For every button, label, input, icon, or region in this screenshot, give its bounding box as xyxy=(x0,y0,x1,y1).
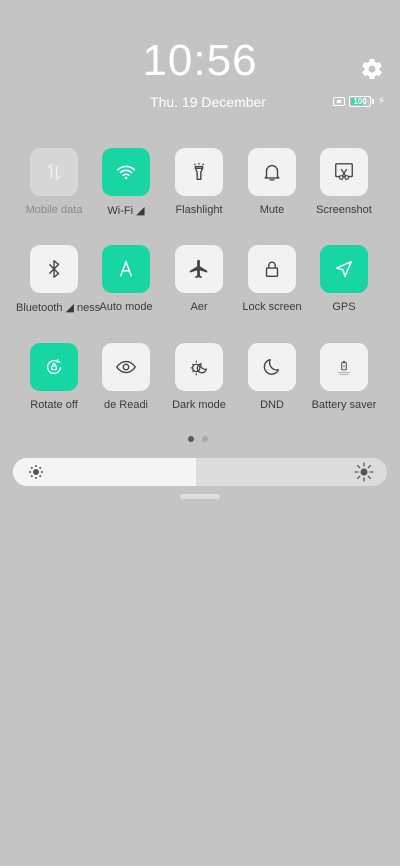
page-dot-inactive[interactable] xyxy=(202,436,208,442)
lock-icon xyxy=(265,261,279,278)
brightness-high-icon xyxy=(354,462,374,482)
battery-level-text: 100 xyxy=(353,96,367,106)
tile-label: Battery saver xyxy=(311,399,377,411)
bell-icon xyxy=(264,164,280,181)
tile-label: de Readi xyxy=(103,399,149,411)
mute-toggle[interactable] xyxy=(248,148,296,196)
panel-drag-handle[interactable] xyxy=(180,494,220,499)
sim-card-icon xyxy=(333,96,345,106)
tile-screenshot[interactable]: Screenshot xyxy=(306,148,382,216)
gps-toggle[interactable] xyxy=(320,245,368,293)
tile-bluetooth[interactable]: Bluetooth ◢ ness xyxy=(16,245,101,314)
tile-label: Flashlight xyxy=(175,204,223,216)
page-dot-active xyxy=(188,436,194,442)
tile-label: Dark mode xyxy=(172,399,226,411)
battery-icon: 100 xyxy=(349,95,371,107)
tile-label: Aer xyxy=(190,301,208,313)
tile-label: GPS xyxy=(332,301,356,313)
rotate-toggle[interactable] xyxy=(30,343,78,391)
tile-mute[interactable]: Mute xyxy=(234,148,310,216)
tile-label: Mobile data xyxy=(25,204,83,216)
mobile-data-icon xyxy=(47,163,61,181)
rotate-lock-icon xyxy=(46,359,62,375)
tile-aeroplane[interactable]: Aer xyxy=(161,245,237,313)
moon-icon xyxy=(263,358,280,375)
tile-label: Bluetooth ◢ ness xyxy=(16,302,101,314)
auto-mode-toggle[interactable] xyxy=(102,245,150,293)
screenshot-toggle[interactable] xyxy=(320,148,368,196)
bluetooth-icon xyxy=(48,260,60,278)
dark-mode-toggle[interactable] xyxy=(175,343,223,391)
tile-wifi[interactable]: Wi-Fi ◢ xyxy=(88,148,164,217)
tile-auto-mode[interactable]: Auto mode xyxy=(88,245,164,313)
bluetooth-toggle[interactable] xyxy=(30,245,78,293)
battery-saver-toggle[interactable] xyxy=(320,343,368,391)
dark-mode-icon xyxy=(190,360,208,376)
tile-lock-screen[interactable]: Lock screen xyxy=(234,245,310,313)
mobile-data-toggle[interactable] xyxy=(30,148,78,196)
tile-battery-saver[interactable]: Battery saver xyxy=(306,343,382,411)
tile-reading[interactable]: de Readi xyxy=(88,343,164,411)
tile-label: Wi-Fi ◢ xyxy=(107,205,145,217)
wifi-toggle[interactable] xyxy=(102,148,150,196)
dnd-toggle[interactable] xyxy=(248,343,296,391)
location-arrow-icon xyxy=(335,260,353,278)
tile-dnd[interactable]: DND xyxy=(234,343,310,411)
flashlight-icon xyxy=(193,162,205,181)
tile-label: Screenshot xyxy=(316,204,372,216)
tile-rotate[interactable]: Rotate off xyxy=(16,343,92,411)
eye-icon xyxy=(116,360,136,374)
aeroplane-toggle[interactable] xyxy=(175,245,223,293)
tile-label: Lock screen xyxy=(242,301,302,313)
flashlight-toggle[interactable] xyxy=(175,148,223,196)
brightness-low-icon xyxy=(29,465,43,479)
tile-label: Mute xyxy=(259,204,285,216)
brightness-slider[interactable] xyxy=(13,458,387,486)
charging-bolt-icon: ⚡ xyxy=(378,95,386,107)
page-indicator xyxy=(188,436,208,442)
tile-label: DND xyxy=(260,399,284,411)
tile-gps[interactable]: GPS xyxy=(306,245,382,313)
auto-brightness-icon xyxy=(119,260,133,277)
tile-dark-mode[interactable]: Dark mode xyxy=(161,343,237,411)
airplane-icon xyxy=(189,259,208,279)
screenshot-icon xyxy=(335,163,353,180)
reading-mode-toggle[interactable] xyxy=(102,343,150,391)
settings-gear-icon[interactable] xyxy=(360,57,384,81)
battery-saver-icon xyxy=(338,360,350,375)
clock-time: 10:56 xyxy=(142,36,258,85)
status-icons: 100 ⚡ xyxy=(333,95,385,107)
lock-screen-toggle[interactable] xyxy=(248,245,296,293)
tile-mobile-data[interactable]: Mobile data xyxy=(16,148,92,216)
wifi-icon xyxy=(116,165,136,180)
tile-label: Auto mode xyxy=(99,301,153,313)
tile-label: Rotate off xyxy=(30,399,78,411)
battery-cap xyxy=(372,98,374,104)
tile-flashlight[interactable]: Flashlight xyxy=(161,148,237,216)
